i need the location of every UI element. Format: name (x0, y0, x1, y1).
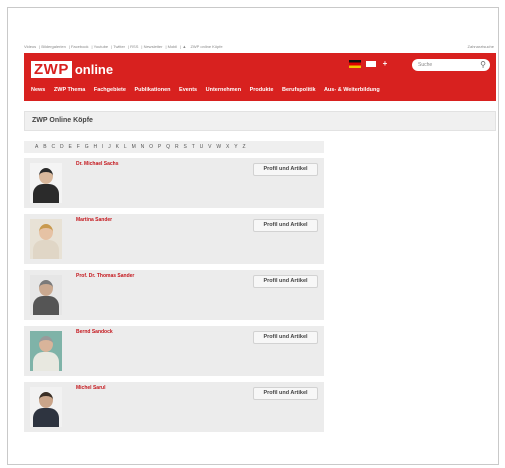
nav-item-unternehmen[interactable]: Unternehmen (206, 87, 241, 93)
alphabet-letter-f[interactable]: F (77, 144, 80, 150)
alphabet-letter-l[interactable]: L (124, 144, 127, 150)
logo-zwp: ZWP (31, 61, 72, 78)
person-photo[interactable] (30, 331, 62, 371)
list-item: Michel Sarul Profil und Artikel (24, 382, 324, 432)
germany-flag-icon[interactable] (349, 60, 361, 68)
nav-item-fachgebiete[interactable]: Fachgebiete (94, 87, 126, 93)
nav-item-weiterbildung[interactable]: Aus- & Weiterbildung (324, 87, 380, 93)
top-link-rss[interactable]: RSS (130, 44, 138, 49)
nav-item-publikationen[interactable]: Publikationen (134, 87, 170, 93)
zwp-online-logo[interactable]: ZWP online (31, 61, 113, 78)
top-link-dentist-search[interactable]: Zahnarztsuche (468, 44, 494, 49)
person-icon: ▲ (182, 44, 187, 49)
alphabet-letter-q[interactable]: Q (166, 144, 170, 150)
alphabet-letter-e[interactable]: E (69, 144, 72, 150)
top-link-galleries[interactable]: Bildergalerien (41, 44, 65, 49)
nav-item-events[interactable]: Events (179, 87, 197, 93)
profile-and-articles-button[interactable]: Profil und Artikel (253, 275, 318, 288)
alphabet-letter-o[interactable]: O (149, 144, 153, 150)
alphabet-letter-k[interactable]: K (116, 144, 119, 150)
person-name-link[interactable]: Bernd Sandock (76, 329, 113, 335)
top-link-koepfe[interactable]: ZWP online Köpfe (190, 44, 222, 49)
search-input[interactable]: Suche ⚲ (412, 59, 490, 71)
alphabet-letter-c[interactable]: C (51, 144, 55, 150)
top-link-youtube[interactable]: Youtube (94, 44, 109, 49)
logo-online: online (74, 62, 114, 77)
alphabet-letter-z[interactable]: Z (242, 144, 245, 150)
list-item: Prof. Dr. Thomas Sander Profil und Artike… (24, 270, 324, 320)
nav-item-zwp-thema[interactable]: ZWP Thema (54, 87, 85, 93)
person-name-link[interactable]: Dr. Michael Sachs (76, 161, 119, 167)
top-link-mobile[interactable]: Mobil (168, 44, 178, 49)
person-photo[interactable] (30, 275, 62, 315)
profile-and-articles-button[interactable]: Profil und Artikel (253, 387, 318, 400)
nav-item-berufspolitik[interactable]: Berufspolitik (282, 87, 316, 93)
person-photo[interactable] (30, 163, 62, 203)
top-link-facebook[interactable]: Facebook (71, 44, 89, 49)
alphabet-letter-p[interactable]: P (158, 144, 161, 150)
alphabet-letter-r[interactable]: R (175, 144, 179, 150)
nav-item-produkte[interactable]: Produkte (250, 87, 274, 93)
alphabet-letter-h[interactable]: H (93, 144, 97, 150)
nav-item-news[interactable]: News (31, 87, 45, 93)
alphabet-letter-d[interactable]: D (60, 144, 64, 150)
search-placeholder: Suche (418, 62, 433, 68)
alphabet-letter-a[interactable]: A (35, 144, 38, 150)
top-links: Videos | Bildergalerien | Facebook | Youtub… (24, 44, 223, 49)
page-title: ZWP Online Köpfe (24, 111, 496, 131)
profile-and-articles-button[interactable]: Profil und Artikel (253, 163, 318, 176)
alphabet-letter-y[interactable]: Y (234, 144, 237, 150)
search-icon[interactable]: ⚲ (480, 59, 486, 71)
alphabet-letter-w[interactable]: W (216, 144, 221, 150)
alphabet-letter-g[interactable]: G (85, 144, 89, 150)
person-photo[interactable] (30, 387, 62, 427)
alphabet-letter-n[interactable]: N (141, 144, 145, 150)
person-name-link[interactable]: Martina Sander (76, 217, 112, 223)
alphabet-letter-u[interactable]: U (200, 144, 204, 150)
main-nav: News ZWP Thema Fachgebiete Publikationen… (31, 87, 387, 93)
top-link-videos[interactable]: Videos (24, 44, 36, 49)
language-selector: + (349, 60, 389, 68)
alphabet-filter: ABCDEFGHIJKLMNOPQRSTUVWXYZ (24, 141, 324, 153)
profile-and-articles-button[interactable]: Profil und Artikel (253, 331, 318, 344)
uk-flag-icon[interactable] (365, 60, 377, 68)
list-item: Martina Sander Profil und Artikel (24, 214, 324, 264)
top-link-twitter[interactable]: Twitter (113, 44, 125, 49)
person-name-link[interactable]: Prof. Dr. Thomas Sander (76, 273, 134, 279)
list-item: Dr. Michael Sachs Profil und Artikel (24, 158, 324, 208)
list-item: Bernd Sandock Profil und Artikel (24, 326, 324, 376)
alphabet-letter-t[interactable]: T (192, 144, 195, 150)
site-header: ZWP online + Suche ⚲ News ZWP Thema Fach… (24, 53, 496, 101)
profile-and-articles-button[interactable]: Profil und Artikel (253, 219, 318, 232)
top-link-newsletter[interactable]: Newsletter (144, 44, 163, 49)
person-photo[interactable] (30, 219, 62, 259)
alphabet-letter-x[interactable]: X (226, 144, 229, 150)
alphabet-letter-v[interactable]: V (208, 144, 211, 150)
alphabet-letter-j[interactable]: J (108, 144, 111, 150)
person-name-link[interactable]: Michel Sarul (76, 385, 105, 391)
alphabet-letter-b[interactable]: B (43, 144, 46, 150)
swiss-flag-icon[interactable]: + (381, 60, 389, 68)
alphabet-letter-s[interactable]: S (183, 144, 186, 150)
alphabet-letter-m[interactable]: M (132, 144, 136, 150)
alphabet-letter-i[interactable]: I (102, 144, 103, 150)
